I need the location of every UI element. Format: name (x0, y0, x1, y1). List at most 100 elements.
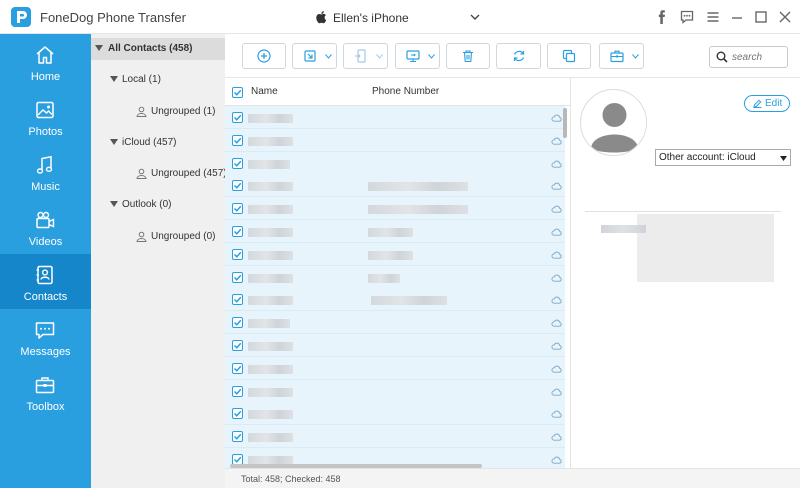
tree-node-icloud-ungrouped[interactable]: Ungrouped (457) (91, 163, 227, 185)
blurred-contact-name (248, 250, 293, 260)
delete-button[interactable] (446, 43, 490, 69)
default-avatar-icon (581, 90, 646, 155)
collapse-arrow-icon[interactable] (95, 45, 103, 51)
computer-export-icon (406, 50, 420, 63)
home-icon (36, 46, 54, 64)
account-select[interactable]: Other account: iCloud (655, 149, 791, 166)
select-all-checkbox[interactable] (232, 87, 243, 98)
tree-node-local-ungrouped[interactable]: Ungrouped (1) (91, 101, 225, 123)
table-row[interactable] (225, 174, 565, 198)
blurred-phone-number (368, 182, 468, 192)
table-row[interactable] (225, 106, 565, 129)
toolbox-button[interactable] (599, 43, 644, 69)
table-row[interactable] (225, 334, 565, 357)
row-checkbox[interactable] (232, 317, 243, 329)
facebook-icon[interactable] (655, 10, 669, 24)
row-checkbox[interactable] (232, 112, 243, 123)
search-icon (716, 51, 728, 63)
collapse-arrow-icon[interactable] (110, 76, 118, 82)
nav-item-messages[interactable]: Messages (0, 309, 91, 364)
check-icon (233, 319, 242, 327)
search-input[interactable] (732, 50, 784, 64)
table-row[interactable] (225, 265, 565, 289)
search-box[interactable] (709, 46, 788, 68)
refresh-button[interactable] (496, 43, 541, 69)
row-checkbox[interactable] (232, 180, 243, 192)
user-icon (136, 231, 147, 242)
trash-icon (463, 50, 473, 63)
row-checkbox[interactable] (232, 248, 243, 260)
table-row[interactable] (225, 197, 565, 221)
nav-item-photos[interactable]: Photos (0, 89, 91, 144)
row-checkbox[interactable] (232, 203, 243, 215)
import-button[interactable] (292, 43, 337, 69)
row-checkbox[interactable] (232, 408, 243, 420)
blurred-contact-name (248, 387, 293, 397)
table-row[interactable] (225, 151, 565, 175)
row-checkbox[interactable] (232, 431, 243, 443)
nav-item-home[interactable]: Home (0, 34, 91, 89)
row-checkbox[interactable] (232, 226, 243, 237)
cloud-icon (551, 160, 562, 168)
blurred-contact-name (248, 273, 293, 283)
check-icon (233, 114, 242, 121)
nav-item-contacts[interactable]: Contacts (0, 254, 91, 309)
close-icon[interactable] (778, 10, 792, 24)
minimize-icon[interactable] (730, 10, 744, 24)
nav-label-messages: Messages (20, 346, 71, 358)
table-row[interactable] (225, 356, 565, 380)
blurred-contact-name (248, 433, 293, 443)
tree-node-all-contacts[interactable]: All Contacts (458) (91, 38, 225, 60)
export-to-device-button[interactable] (343, 43, 388, 69)
add-contact-button[interactable] (242, 43, 286, 69)
table-header: Name Phone Number (225, 78, 570, 106)
tree-node-local[interactable]: Local (1) (91, 69, 225, 91)
table-row[interactable] (225, 379, 565, 403)
row-checkbox[interactable] (232, 385, 243, 397)
row-checkbox[interactable] (232, 271, 243, 283)
tree-node-icloud[interactable]: iCloud (457) (91, 132, 225, 154)
table-row[interactable] (225, 242, 565, 266)
blurred-contact-name (248, 364, 293, 374)
maximize-icon[interactable] (754, 10, 768, 24)
refresh-icon (513, 50, 525, 62)
import-icon (304, 50, 316, 62)
tree-node-outlook-ungrouped[interactable]: Ungrouped (0) (91, 226, 225, 248)
tree-node-outlook[interactable]: Outlook (0) (91, 194, 225, 216)
check-icon (233, 228, 242, 235)
nav-label-home: Home (30, 71, 61, 83)
table-row[interactable] (225, 425, 565, 449)
table-row[interactable] (225, 311, 565, 335)
blurred-contact-name (248, 136, 293, 146)
deduplicate-button[interactable] (547, 43, 591, 69)
feedback-icon[interactable] (680, 10, 694, 24)
row-checkbox[interactable] (232, 294, 243, 306)
column-header-phone[interactable]: Phone Number (372, 86, 439, 97)
check-icon (233, 342, 242, 349)
collapse-arrow-icon[interactable] (110, 201, 118, 207)
table-row[interactable] (225, 402, 565, 426)
nav-item-toolbox[interactable]: Toolbox (0, 364, 91, 419)
menu-icon[interactable] (706, 10, 720, 24)
table-row[interactable] (225, 220, 565, 243)
nav-item-videos[interactable]: Videos (0, 199, 91, 254)
vertical-scrollbar[interactable] (563, 108, 567, 138)
status-bar: Total: 458; Checked: 458 (225, 468, 800, 488)
device-selector[interactable]: Ellen's iPhone (316, 9, 484, 27)
table-row[interactable] (225, 288, 565, 312)
nav-item-music[interactable]: Music (0, 144, 91, 199)
collapse-arrow-icon[interactable] (110, 139, 118, 145)
blurred-contact-name (248, 114, 293, 123)
export-to-pc-button[interactable] (395, 43, 440, 69)
check-icon (233, 297, 242, 304)
column-header-name[interactable]: Name (251, 86, 278, 97)
cloud-icon (551, 274, 562, 282)
check-icon (233, 388, 242, 395)
row-checkbox[interactable] (232, 157, 243, 169)
row-checkbox[interactable] (232, 340, 243, 351)
table-row[interactable] (225, 128, 565, 152)
edit-button[interactable]: Edit (744, 95, 790, 112)
row-checkbox[interactable] (232, 134, 243, 146)
row-checkbox[interactable] (232, 362, 243, 374)
check-icon (233, 183, 242, 190)
